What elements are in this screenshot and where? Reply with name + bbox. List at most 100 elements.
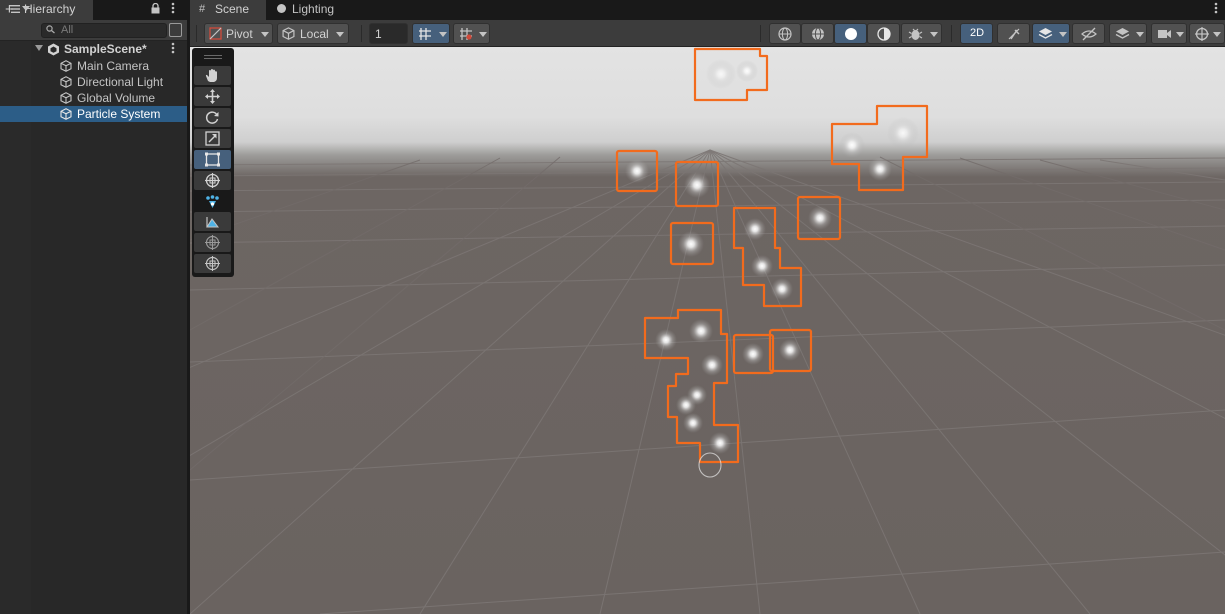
gizmo-icon (1195, 27, 1209, 41)
hierarchy-item-label: Particle System (77, 107, 161, 121)
lock-icon[interactable] (151, 3, 160, 14)
search-icon (46, 25, 55, 34)
hierarchy-item-main-camera[interactable]: Main Camera (31, 58, 187, 74)
shape-edit-icon (206, 217, 219, 228)
chevron-down-icon[interactable] (35, 45, 43, 51)
chevron-down-icon (336, 32, 344, 37)
rect-tool-button[interactable] (194, 150, 231, 169)
pivot-dropdown[interactable]: Pivot (204, 23, 273, 44)
toggle-2d-label: 2D (970, 27, 985, 39)
particle-tool-button[interactable] (194, 193, 231, 212)
scene-tabbar (190, 0, 1225, 20)
rotate-icon (205, 111, 219, 124)
chevron-down-icon (1176, 32, 1184, 37)
cube-icon (282, 27, 295, 40)
eye-hidden-icon (1081, 27, 1097, 41)
scene-visibility-button[interactable] (1072, 23, 1105, 44)
custom-tool-button[interactable] (194, 254, 231, 273)
hierarchy-gutter (0, 41, 31, 614)
gizmos-dropdown[interactable] (1189, 23, 1225, 44)
search-input[interactable] (41, 23, 167, 38)
scene-viewport[interactable] (190, 47, 1225, 614)
grid-snap-input[interactable]: 1 (369, 23, 408, 44)
shaded-wire-sphere-icon (812, 27, 824, 41)
tab-lighting[interactable]: Lighting (292, 2, 334, 16)
add-button[interactable]: + (5, 1, 14, 18)
layers-fx-icon (1038, 28, 1053, 39)
shading-shaded-wireframe-button[interactable] (801, 23, 834, 44)
transform-tool-button[interactable] (194, 171, 231, 190)
grid-snap-value: 1 (375, 27, 382, 41)
hierarchy-item-label: Directional Light (77, 75, 164, 89)
search-placeholder: All (61, 24, 74, 36)
snap-settings-button[interactable] (453, 23, 490, 44)
search-filter-icon[interactable] (169, 23, 182, 37)
rotate-tool-button[interactable] (194, 108, 231, 127)
grid-visibility-toggle[interactable] (412, 23, 450, 44)
move-arrows-icon (205, 89, 220, 104)
snap-grid-icon (460, 28, 472, 40)
view-tool-button[interactable] (194, 66, 231, 85)
kebab-menu-icon[interactable] (171, 2, 175, 14)
fx-dropdown[interactable] (1032, 23, 1070, 44)
chevron-down-icon (1213, 32, 1221, 37)
shading-unlit-button[interactable] (867, 23, 900, 44)
particle-emitter-icon (206, 195, 219, 208)
hand-icon (205, 68, 217, 82)
hierarchy-item-global-volume[interactable]: Global Volume (31, 90, 187, 106)
local-label: Local (300, 27, 329, 41)
toolbar-separator (760, 25, 761, 42)
bulb-icon (277, 4, 286, 13)
custom-tool-button[interactable] (194, 233, 231, 252)
camera-settings-dropdown[interactable] (1151, 23, 1187, 44)
scene-grid-render (190, 47, 1225, 614)
toolbar-separator (361, 25, 362, 42)
toolbar-separator (196, 25, 197, 42)
custom-tool-button[interactable] (194, 212, 231, 231)
gameobject-icon (60, 92, 72, 104)
chevron-down-icon (439, 32, 447, 37)
transform-icon (205, 173, 220, 188)
gameobject-icon (60, 60, 72, 72)
hierarchy-item-directional-light[interactable]: Directional Light (31, 74, 187, 90)
shading-shaded-button[interactable] (834, 23, 867, 44)
gameobject-icon (60, 108, 72, 120)
scale-tool-button[interactable] (194, 129, 231, 148)
transform-icon (205, 235, 220, 250)
unity-scene-icon (48, 43, 59, 56)
pivot-icon (209, 27, 222, 40)
hierarchy-item-particle-system[interactable]: Particle System (31, 106, 187, 122)
pivot-label: Pivot (226, 27, 253, 41)
kebab-menu-icon[interactable] (1214, 2, 1218, 14)
wireframe-sphere-icon (778, 27, 792, 41)
shaded-sphere-icon (845, 28, 857, 40)
layers-dropdown[interactable] (1109, 23, 1147, 44)
chevron-down-icon (930, 32, 938, 37)
tools-drag-handle[interactable] (204, 58, 222, 59)
scale-icon (205, 131, 220, 146)
hierarchy-tab-label: Hierarchy (24, 2, 76, 16)
toggle-2d-button[interactable]: 2D (960, 23, 993, 44)
grid-icon: # (199, 3, 206, 15)
rect-transform-icon (205, 152, 220, 167)
shading-wireframe-button[interactable] (769, 23, 801, 44)
light-off-icon (1008, 28, 1020, 40)
debug-draw-mode-dropdown[interactable] (901, 23, 942, 44)
move-tool-button[interactable] (194, 87, 231, 106)
chevron-down-icon (1059, 32, 1067, 37)
lighting-toggle-button[interactable] (997, 23, 1030, 44)
gameobject-icon (60, 76, 72, 88)
camera-icon (1158, 30, 1171, 38)
scene-root-label[interactable]: SampleScene* (64, 42, 147, 56)
emitter-gizmo (698, 452, 722, 478)
chevron-down-icon[interactable] (22, 6, 30, 11)
bug-icon (908, 28, 923, 40)
hierarchy-item-label: Global Volume (77, 91, 156, 105)
local-dropdown[interactable]: Local (277, 23, 349, 44)
chevron-down-icon (261, 32, 269, 37)
kebab-menu-icon[interactable] (171, 42, 175, 54)
chevron-down-icon (1136, 32, 1144, 37)
tools-drag-handle[interactable] (204, 55, 222, 56)
particle-selection-outlines (615, 47, 929, 464)
chevron-down-icon (479, 32, 487, 37)
